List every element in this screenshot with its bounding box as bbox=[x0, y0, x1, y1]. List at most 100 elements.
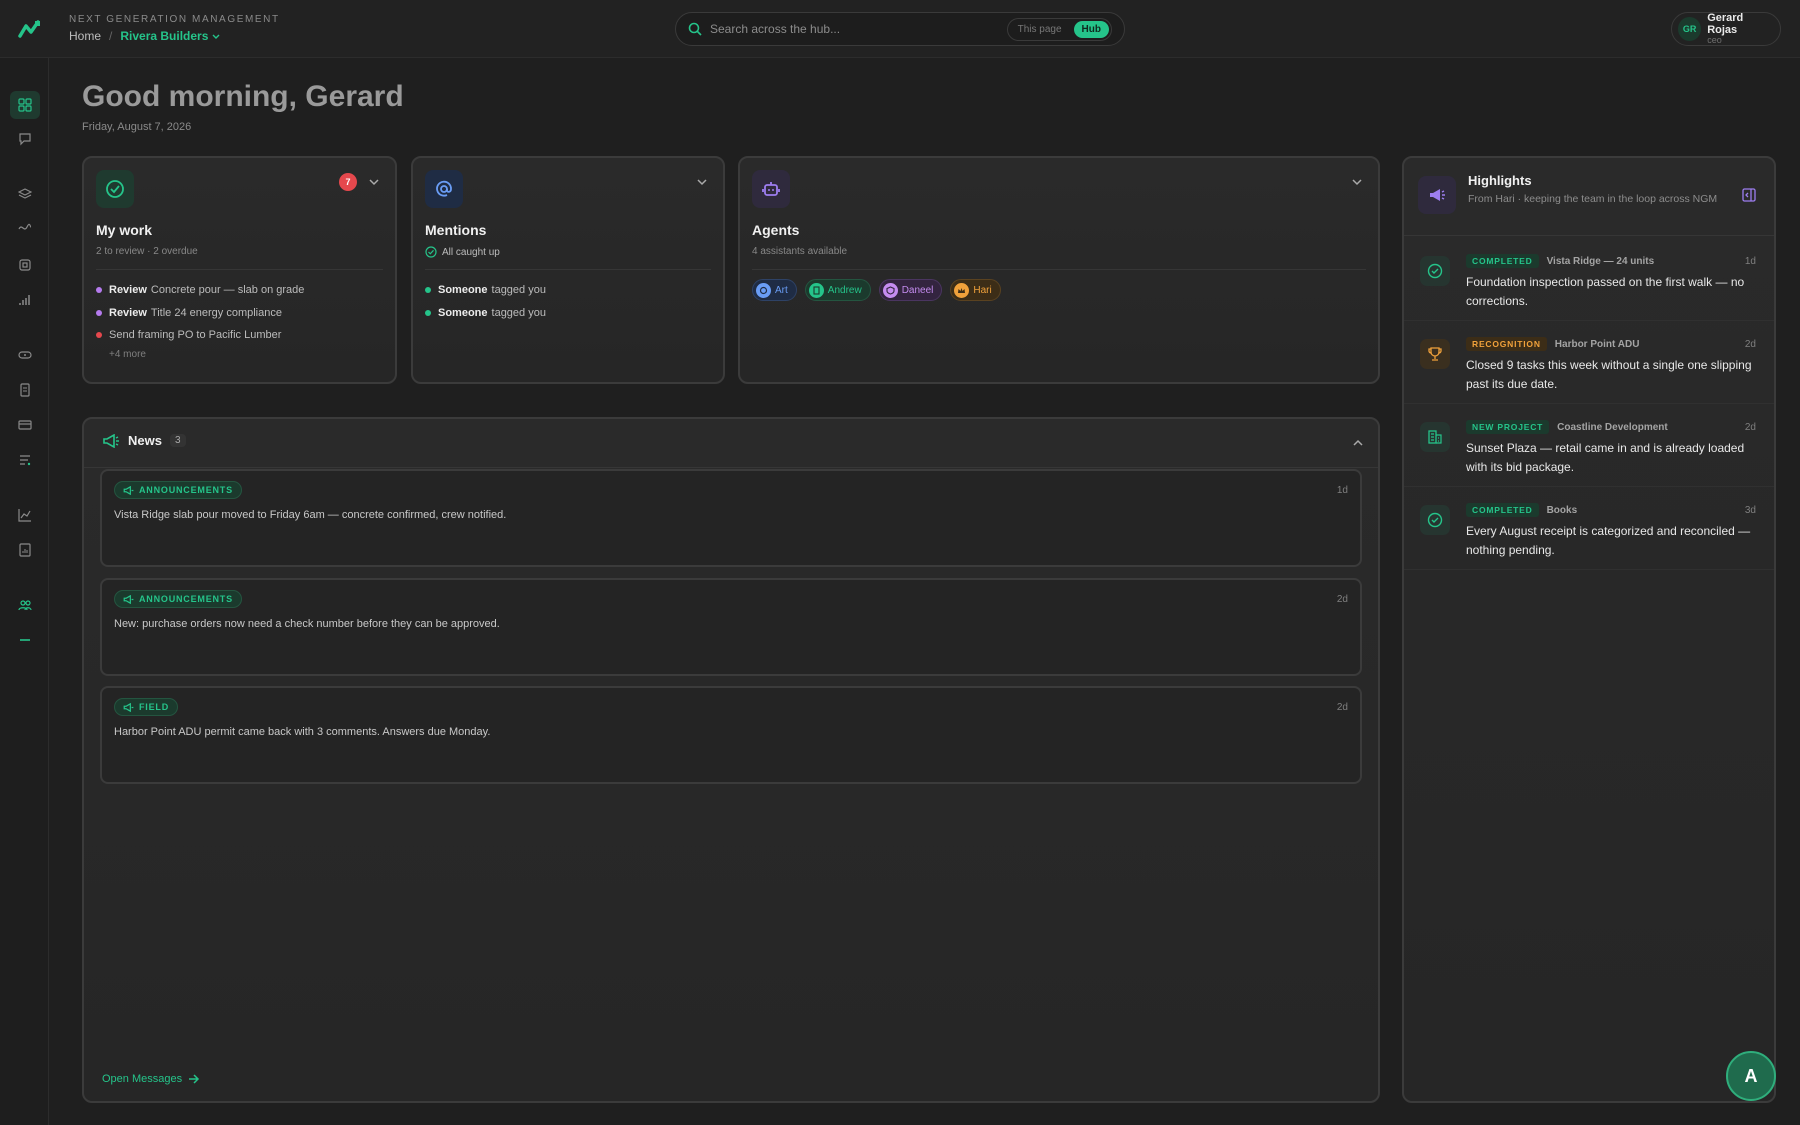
megaphone-icon bbox=[103, 433, 119, 448]
highlights-header: Highlights From Hari · keeping the team … bbox=[1404, 158, 1774, 236]
sidebar-item-tickets[interactable] bbox=[10, 341, 40, 369]
chevron-down-icon[interactable] bbox=[696, 176, 708, 188]
megaphone-icon bbox=[1430, 189, 1445, 201]
highlight-item[interactable]: RECOGNITION Harbor Point ADU 2d Closed 9… bbox=[1404, 321, 1774, 404]
highlights-icon-tile bbox=[1418, 176, 1456, 214]
list-item[interactable]: Send framing PO to Pacific Lumber bbox=[96, 324, 304, 347]
sidebar-item-collapse[interactable] bbox=[10, 626, 40, 654]
news-tag-label: ANNOUNCEMENTS bbox=[139, 594, 233, 604]
divider bbox=[425, 269, 711, 270]
mention-text: tagged you bbox=[491, 284, 546, 297]
app-logo-icon[interactable] bbox=[18, 18, 42, 40]
breadcrumb-home[interactable]: Home bbox=[69, 29, 101, 43]
list-item[interactable]: Review Concrete pour — slab on grade bbox=[96, 279, 304, 302]
more-link[interactable]: +4 more bbox=[109, 349, 304, 360]
megaphone-icon bbox=[123, 594, 134, 604]
open-messages-label: Open Messages bbox=[102, 1073, 183, 1085]
mentions-subtitle: All caught up bbox=[442, 246, 500, 258]
search-input[interactable]: Search across the hub... bbox=[710, 22, 1007, 36]
status-dot bbox=[96, 309, 102, 316]
sidebar-item-activity[interactable] bbox=[10, 214, 40, 242]
highlight-text: Foundation inspection passed on the firs… bbox=[1466, 275, 1745, 308]
highlights-title: Highlights bbox=[1468, 173, 1532, 188]
highlights-subtitle: From Hari · keeping the team in the loop… bbox=[1468, 193, 1718, 205]
sidebar-item-messages[interactable] bbox=[10, 125, 40, 153]
building-icon bbox=[1420, 422, 1450, 452]
assistant-fab-button[interactable]: A bbox=[1726, 1051, 1776, 1101]
global-search[interactable]: Search across the hub... This page Hub bbox=[675, 12, 1125, 46]
mentions-card[interactable]: Mentions All caught up Someone tagged you… bbox=[411, 156, 725, 384]
sidebar-item-layers[interactable] bbox=[10, 180, 40, 208]
collapse-panel-icon[interactable] bbox=[1742, 188, 1756, 202]
chevron-down-icon bbox=[212, 34, 220, 39]
megaphone-icon bbox=[123, 702, 134, 712]
sidebar-item-tasks[interactable] bbox=[10, 446, 40, 474]
document-icon bbox=[808, 282, 824, 298]
user-name: Gerard Rojas bbox=[1707, 11, 1744, 37]
check-circle-icon bbox=[1420, 256, 1450, 286]
breadcrumb-separator: / bbox=[109, 29, 113, 43]
brand-subtitle: NEXT GENERATION MANAGEMENT bbox=[69, 14, 280, 25]
agent-chip-hari[interactable]: Hari bbox=[950, 279, 1001, 301]
shield-icon bbox=[882, 282, 898, 298]
user-menu[interactable]: GR Gerard Rojas ceo bbox=[1671, 12, 1781, 46]
highlights-panel: Highlights From Hari · keeping the team … bbox=[1402, 156, 1776, 1103]
highlight-status-pill: COMPLETED bbox=[1466, 503, 1539, 517]
megaphone-icon bbox=[123, 485, 134, 495]
sidebar-item-files[interactable] bbox=[10, 251, 40, 279]
highlight-item[interactable]: COMPLETED Vista Ridge — 24 units 1d Foun… bbox=[1404, 238, 1774, 321]
chevron-down-icon[interactable] bbox=[1351, 176, 1363, 188]
agent-chip-andrew[interactable]: Andrew bbox=[804, 279, 871, 301]
task-text: Send framing PO to Pacific Lumber bbox=[109, 329, 282, 342]
highlight-project: Vista Ridge — 24 units bbox=[1546, 255, 1655, 267]
agent-chip-art[interactable]: Art bbox=[752, 279, 797, 301]
task-verb: Review bbox=[109, 284, 147, 297]
at-sign-icon bbox=[436, 180, 452, 197]
news-age: 2d bbox=[1336, 594, 1348, 605]
news-item[interactable]: ANNOUNCEMENTS 2d New: purchase orders no… bbox=[100, 578, 1362, 676]
news-text: Harbor Point ADU permit came back with 3… bbox=[114, 726, 491, 738]
agents-card[interactable]: Agents 4 assistants available Art Andrew… bbox=[738, 156, 1380, 384]
open-messages-link[interactable]: Open Messages bbox=[102, 1073, 200, 1085]
my-work-card[interactable]: 7 My work 2 to review · 2 overdue Review… bbox=[82, 156, 397, 384]
highlight-item[interactable]: COMPLETED Books 3d Every August receipt … bbox=[1404, 487, 1774, 570]
chevron-up-icon[interactable] bbox=[1352, 437, 1364, 449]
user-role: ceo bbox=[1707, 35, 1722, 46]
sidebar-item-dashboard[interactable] bbox=[10, 91, 40, 119]
news-tag: FIELD bbox=[114, 698, 178, 716]
scope-hub[interactable]: Hub bbox=[1073, 20, 1109, 38]
ticket-icon bbox=[18, 351, 32, 359]
mentions-title: Mentions bbox=[425, 222, 487, 238]
breadcrumb-workspace-switcher[interactable]: Rivera Builders bbox=[120, 29, 220, 43]
sidebar-item-analytics[interactable] bbox=[10, 501, 40, 529]
news-panel: News 3 ANNOUNCEMENTS 1d Vista Ridge slab… bbox=[82, 417, 1380, 1103]
sidebar-item-team[interactable] bbox=[10, 591, 40, 619]
mentions-list: Someone tagged you Someone tagged you bbox=[425, 279, 546, 324]
minus-icon bbox=[20, 639, 30, 641]
check-circle-icon bbox=[1420, 505, 1450, 535]
sidebar-item-reports[interactable] bbox=[10, 286, 40, 314]
highlight-meta: COMPLETED Books bbox=[1466, 503, 1577, 517]
agent-chip-daneel[interactable]: Daneel bbox=[878, 279, 943, 301]
my-work-subtitle: 2 to review · 2 overdue bbox=[96, 246, 198, 257]
list-item[interactable]: Someone tagged you bbox=[425, 302, 546, 325]
news-item[interactable]: FIELD 2d Harbor Point ADU permit came ba… bbox=[100, 686, 1362, 784]
check-circle-icon bbox=[425, 246, 437, 258]
highlight-item[interactable]: NEW PROJECT Coastline Development 2d Sun… bbox=[1404, 404, 1774, 487]
highlight-text: Every August receipt is categorized and … bbox=[1466, 524, 1751, 557]
sidebar-item-statements[interactable] bbox=[10, 536, 40, 564]
sidebar-item-billing[interactable] bbox=[10, 411, 40, 439]
sidebar-item-documents[interactable] bbox=[10, 376, 40, 404]
list-item[interactable]: Review Title 24 energy compliance bbox=[96, 302, 304, 325]
news-count-badge: 3 bbox=[169, 434, 186, 447]
news-header: News 3 bbox=[102, 433, 186, 448]
news-text: Vista Ridge slab pour moved to Friday 6a… bbox=[114, 509, 507, 521]
scope-this-page[interactable]: This page bbox=[1010, 21, 1070, 38]
my-work-title: My work bbox=[96, 222, 153, 238]
news-item[interactable]: ANNOUNCEMENTS 1d Vista Ridge slab pour m… bbox=[100, 469, 1362, 567]
chevron-down-icon[interactable] bbox=[368, 176, 380, 188]
list-icon bbox=[20, 455, 31, 466]
agent-name: Daneel bbox=[901, 284, 934, 296]
list-item[interactable]: Someone tagged you bbox=[425, 279, 546, 302]
highlight-meta: NEW PROJECT Coastline Development bbox=[1466, 420, 1668, 434]
